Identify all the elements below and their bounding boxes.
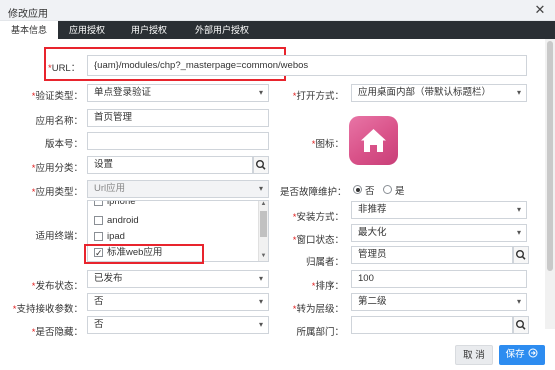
maintenance-option-yes: 是 <box>395 186 405 197</box>
scroll-thumb[interactable] <box>547 41 553 271</box>
icon-label: *图标： <box>311 139 344 150</box>
publish-status-label: *发布状态： <box>31 281 83 292</box>
version-label: 版本号： <box>44 139 83 150</box>
dialog-title: 修改应用 <box>8 9 48 20</box>
search-icon <box>516 250 526 260</box>
owner-search-button[interactable] <box>513 246 529 264</box>
chevron-down-icon: ▾ <box>516 88 521 97</box>
chevron-down-icon: ▾ <box>258 184 263 193</box>
open-mode-label: *打开方式： <box>292 91 344 102</box>
hidden-select[interactable]: 否 ▾ <box>87 316 269 334</box>
owner-label: 归属者： <box>305 257 344 268</box>
checkbox-iphone[interactable] <box>94 201 103 206</box>
checkbox-android[interactable] <box>94 216 103 225</box>
department-label: 所属部门： <box>296 327 344 338</box>
chevron-down-icon: ▾ <box>258 297 263 306</box>
receive-params-label: *支持接收参数： <box>12 304 83 315</box>
chevron-down-icon: ▾ <box>258 88 263 97</box>
search-icon <box>256 160 266 170</box>
tab-app-auth[interactable]: 应用授权 <box>58 21 116 39</box>
open-mode-select[interactable]: 应用桌面内部（带默认标题栏） ▾ <box>351 84 527 102</box>
owner-input[interactable]: 管理员 <box>351 246 513 264</box>
layer-select[interactable]: 第二级 ▾ <box>351 293 527 311</box>
app-type-label: *应用类型： <box>31 187 83 198</box>
cancel-button[interactable]: 取 消 <box>455 345 493 365</box>
category-input[interactable]: 设置 <box>87 156 253 174</box>
maintenance-label: 是否故障维护： <box>280 187 347 198</box>
chevron-down-icon: ▾ <box>258 274 263 283</box>
listbox-scrollbar[interactable]: ▲ ▼ <box>258 201 268 261</box>
window-state-select[interactable]: 最大化 ▾ <box>351 224 527 242</box>
department-search-button[interactable] <box>513 316 529 334</box>
close-icon[interactable]: ✕ <box>533 3 547 17</box>
hidden-label: *是否隐藏： <box>31 327 83 338</box>
install-mode-select[interactable]: 非推荐 ▾ <box>351 201 527 219</box>
chevron-down-icon: ▾ <box>516 228 521 237</box>
auth-type-label: *验证类型： <box>31 91 83 102</box>
install-mode-label: *安装方式： <box>292 212 344 223</box>
publish-status-select[interactable]: 已发布 ▾ <box>87 270 269 288</box>
scroll-down-icon[interactable]: ▼ <box>259 253 268 259</box>
sort-label: *排序： <box>311 281 344 292</box>
maintenance-radio-yes[interactable] <box>383 185 392 194</box>
layer-label: *转为层级： <box>292 304 344 315</box>
app-icon-preview[interactable] <box>349 116 398 165</box>
chevron-down-icon: ▾ <box>516 205 521 214</box>
app-type-select: Url应用 ▾ <box>87 180 269 198</box>
save-button[interactable]: 保存 <box>499 345 545 365</box>
version-input[interactable] <box>87 132 269 150</box>
receive-params-select[interactable]: 否 ▾ <box>87 293 269 311</box>
save-button-label: 保存 <box>505 349 525 360</box>
scroll-thumb[interactable] <box>260 211 267 237</box>
url-input[interactable]: {uam}/modules/chp?_masterpage=common/web… <box>87 55 527 76</box>
scroll-up-icon[interactable]: ▲ <box>259 201 268 207</box>
window-state-label: *窗口状态： <box>292 235 344 246</box>
category-label: *应用分类： <box>31 163 83 174</box>
dialog-scrollbar[interactable] <box>545 39 555 329</box>
terminal-highlight-box <box>84 244 204 264</box>
chevron-down-icon: ▾ <box>258 320 263 329</box>
edit-app-dialog: 修改应用 ✕ 基本信息 应用授权 用户授权 外部用户授权 *URL： {uam}… <box>0 0 555 370</box>
tab-user-auth[interactable]: 用户授权 <box>118 21 180 39</box>
maintenance-option-no: 否 <box>365 186 375 197</box>
app-name-input[interactable]: 首页管理 <box>87 109 269 127</box>
checkbox-ipad[interactable] <box>94 232 103 241</box>
tab-basic-info[interactable]: 基本信息 <box>0 21 58 39</box>
terminals-label: 适用终端： <box>35 231 83 242</box>
sort-input[interactable]: 100 <box>351 270 527 288</box>
department-input[interactable] <box>351 316 513 334</box>
maintenance-radio-no[interactable] <box>353 185 362 194</box>
auth-type-select[interactable]: 单点登录验证 ▾ <box>87 84 269 102</box>
home-icon <box>361 129 386 152</box>
category-search-button[interactable] <box>253 156 269 174</box>
tab-external-user-auth[interactable]: 外部用户授权 <box>182 21 262 39</box>
search-icon <box>516 320 526 330</box>
arrow-right-circle-icon <box>528 348 538 358</box>
chevron-down-icon: ▾ <box>516 297 521 306</box>
url-label: *URL： <box>48 63 81 74</box>
tab-bar: 基本信息 应用授权 用户授权 外部用户授权 <box>0 21 555 39</box>
app-name-label: 应用名称： <box>35 116 83 127</box>
dialog-titlebar: 修改应用 ✕ <box>0 0 555 21</box>
